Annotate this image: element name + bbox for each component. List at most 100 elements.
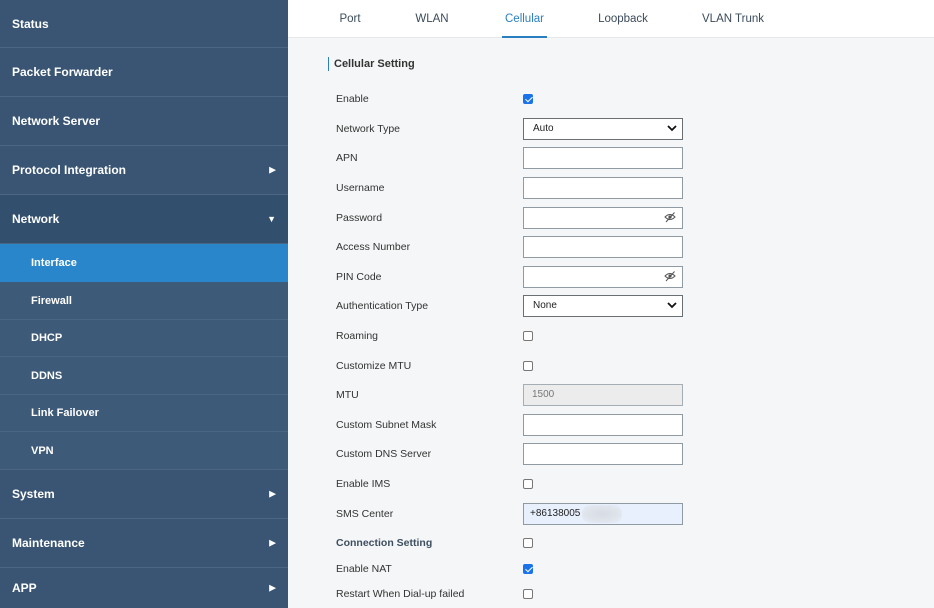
sidebar-item-status[interactable]: Status [0, 0, 288, 48]
form-row-sms-center: SMS Center +86138005 [336, 503, 896, 527]
apn-label: APN [336, 152, 358, 164]
connection-setting-checkbox[interactable] [523, 538, 533, 548]
access-number-label: Access Number [336, 241, 411, 253]
sidebar-item-label: Protocol Integration [12, 163, 126, 177]
redaction-blur [582, 505, 622, 523]
enable-label: Enable [336, 93, 369, 105]
sidebar-item-system[interactable]: System ▶ [0, 470, 288, 519]
tab-loopback[interactable]: Loopback [596, 0, 650, 38]
apn-input[interactable] [523, 147, 683, 169]
custom-dns-input[interactable] [523, 443, 683, 465]
sidebar-subitem-label: Link Failover [31, 407, 99, 419]
sidebar-subitem-vpn[interactable]: VPN [0, 432, 288, 470]
form-row-roaming: Roaming [336, 325, 896, 349]
form-row-restart-dialup: Restart When Dial-up failed [336, 583, 896, 607]
form-row-custom-dns: Custom DNS Server [336, 443, 896, 467]
sidebar-item-label: Network Server [12, 114, 101, 128]
enable-ims-label: Enable IMS [336, 478, 391, 490]
auth-type-label: Authentication Type [336, 300, 429, 312]
sidebar-subitem-label: DHCP [31, 332, 63, 344]
chevron-right-icon: ▶ [269, 537, 276, 548]
sidebar-subitem-label: Interface [31, 256, 77, 269]
access-number-input[interactable] [523, 236, 683, 258]
custom-subnet-label: Custom Subnet Mask [336, 419, 437, 431]
form-row-network-type: Network Type Auto [336, 118, 896, 142]
sidebar-subitem-ddns[interactable]: DDNS [0, 357, 288, 395]
form-row-username: Username [336, 177, 896, 201]
roaming-label: Roaming [336, 330, 379, 342]
form-row-mtu: MTU 1500 [336, 384, 896, 408]
restart-dialup-checkbox[interactable] [523, 589, 533, 599]
eye-off-icon[interactable] [664, 270, 676, 282]
sidebar-item-network-server[interactable]: Network Server [0, 97, 288, 146]
customize-mtu-label: Customize MTU [336, 360, 412, 372]
form-row-enable-nat: Enable NAT [336, 558, 896, 582]
password-label: Password [336, 212, 383, 224]
custom-subnet-input[interactable] [523, 414, 683, 436]
password-input[interactable] [523, 207, 683, 229]
enable-ims-checkbox[interactable] [523, 479, 533, 489]
pin-code-label: PIN Code [336, 271, 382, 283]
auth-type-value: None [533, 300, 557, 311]
main-content: Port WLAN Cellular Loopback VLAN Trunk C… [288, 0, 934, 608]
sidebar-subitem-label: Firewall [31, 294, 72, 307]
chevron-down-icon: ▼ [267, 214, 276, 224]
custom-dns-label: Custom DNS Server [336, 448, 432, 460]
sidebar-item-network[interactable]: Network ▼ [0, 195, 288, 244]
restart-dialup-label: Restart When Dial-up failed [336, 588, 465, 600]
sms-center-input[interactable]: +86138005 [523, 503, 683, 525]
eye-off-icon[interactable] [664, 211, 676, 223]
sidebar-subitem-link-failover[interactable]: Link Failover [0, 395, 288, 432]
sms-center-label: SMS Center [336, 508, 394, 520]
form-row-customize-mtu: Customize MTU [336, 355, 896, 379]
form-row-connection-setting: Connection Setting [336, 532, 896, 556]
tab-vlan-trunk[interactable]: VLAN Trunk [700, 0, 766, 38]
network-type-value: Auto [533, 123, 554, 134]
form-row-access-number: Access Number [336, 236, 896, 260]
customize-mtu-checkbox[interactable] [523, 361, 533, 371]
sidebar: Status Packet Forwarder Network Server P… [0, 0, 288, 608]
form-row-enable-ims: Enable IMS [336, 473, 896, 497]
chevron-right-icon: ▶ [269, 488, 276, 499]
mtu-input[interactable]: 1500 [523, 384, 683, 406]
enable-nat-checkbox[interactable] [523, 564, 533, 574]
network-type-label: Network Type [336, 123, 400, 135]
tab-wlan[interactable]: WLAN [412, 0, 452, 38]
pin-code-input[interactable] [523, 266, 683, 288]
sidebar-subitem-interface[interactable]: Interface [0, 244, 288, 282]
sidebar-item-maintenance[interactable]: Maintenance ▶ [0, 519, 288, 568]
sidebar-item-label: Status [12, 16, 49, 31]
sidebar-subitem-firewall[interactable]: Firewall [0, 282, 288, 320]
sidebar-item-label: Maintenance [12, 536, 85, 550]
sidebar-item-packet-forwarder[interactable]: Packet Forwarder [0, 48, 288, 97]
tab-bar: Port WLAN Cellular Loopback VLAN Trunk [288, 0, 934, 38]
enable-nat-label: Enable NAT [336, 563, 392, 575]
form-row-pin-code: PIN Code [336, 266, 896, 290]
username-input[interactable] [523, 177, 683, 199]
form-row-custom-subnet: Custom Subnet Mask [336, 414, 896, 438]
roaming-checkbox[interactable] [523, 331, 533, 341]
form-row-apn: APN [336, 147, 896, 171]
sms-center-value: +86138005 [530, 508, 581, 519]
enable-checkbox[interactable] [523, 94, 533, 104]
sidebar-subitem-label: DDNS [31, 369, 63, 382]
network-type-select[interactable]: Auto [523, 118, 683, 140]
username-label: Username [336, 182, 385, 194]
auth-type-select[interactable]: None [523, 295, 683, 317]
tab-port[interactable]: Port [335, 0, 365, 38]
form-row-auth-type: Authentication Type None [336, 295, 896, 319]
sidebar-item-label: APP [12, 581, 37, 595]
mtu-label: MTU [336, 389, 359, 401]
sidebar-item-label: Packet Forwarder [12, 65, 113, 79]
chevron-right-icon: ▶ [269, 582, 276, 593]
sidebar-item-app[interactable]: APP ▶ [0, 568, 288, 608]
connection-setting-label: Connection Setting [336, 537, 433, 549]
form-row-enable: Enable [336, 88, 896, 112]
sidebar-subitem-dhcp[interactable]: DHCP [0, 320, 288, 357]
chevron-down-icon [667, 119, 677, 147]
sidebar-subitem-label: VPN [31, 444, 54, 457]
sidebar-item-label: System [12, 487, 55, 501]
sidebar-item-protocol-integration[interactable]: Protocol Integration ▶ [0, 146, 288, 195]
chevron-right-icon: ▶ [269, 164, 276, 175]
tab-cellular[interactable]: Cellular [502, 0, 547, 38]
